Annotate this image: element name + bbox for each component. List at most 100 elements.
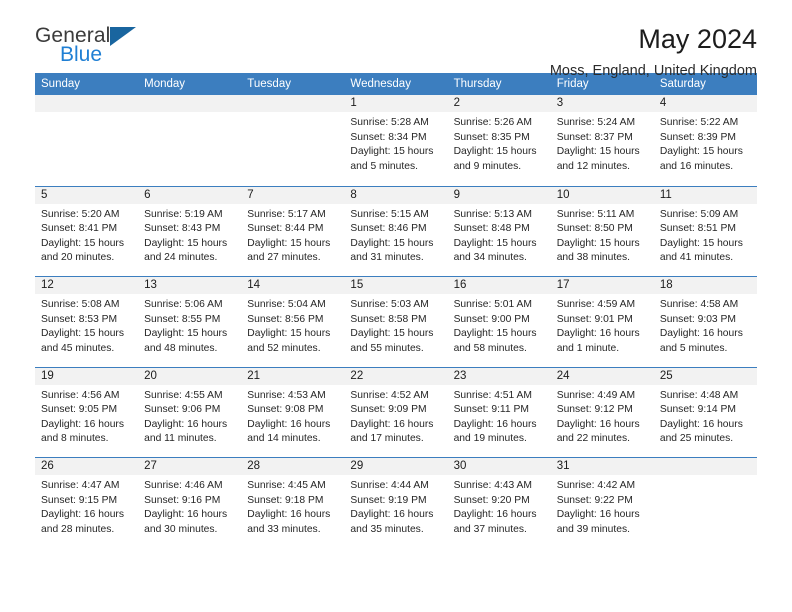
calendar-day-cell[interactable]: 25 Sunrise: 4:48 AM Sunset: 9:14 PM Dayligh…: [653, 367, 757, 458]
daylight-text-line2: and 16 minutes.: [659, 160, 734, 172]
daylight-text-line2: and 33 minutes.: [247, 523, 321, 535]
daylight-text-line1: Daylight: 15 hours: [41, 328, 124, 340]
daylight-text-line2: and 35 minutes.: [350, 523, 424, 535]
daylight-text-line2: and 19 minutes.: [453, 433, 527, 445]
daylight-text-line1: Daylight: 16 hours: [556, 509, 640, 521]
sunset-text: Sunset: 9:14 PM: [659, 404, 736, 416]
calendar-day-cell[interactable]: 30 Sunrise: 4:43 AM Sunset: 9:20 PM Dayligh…: [447, 458, 551, 548]
day-details: Sunrise: 5:20 AM Sunset: 8:41 PM Daylight:…: [35, 204, 138, 266]
sunrise-text: Sunrise: 4:51 AM: [453, 389, 532, 401]
calendar-day-cell[interactable]: 31 Sunrise: 4:42 AM Sunset: 9:22 PM Dayligh…: [550, 458, 654, 548]
day-details: Sunrise: 5:22 AM Sunset: 8:39 PM Daylight:…: [654, 112, 757, 174]
daylight-text-line2: and 8 minutes.: [41, 433, 109, 445]
day-details: Sunrise: 4:45 AM Sunset: 9:18 PM Daylight:…: [241, 475, 344, 537]
generalblue-logo[interactable]: General Blue: [35, 24, 150, 65]
sunset-text: Sunset: 9:12 PM: [556, 404, 633, 416]
daylight-text-line1: Daylight: 15 hours: [247, 237, 331, 249]
calendar-day-cell[interactable]: 27 Sunrise: 4:46 AM Sunset: 9:16 PM Dayligh…: [138, 458, 242, 548]
day-number: 9: [447, 186, 551, 204]
daylight-text-line1: Daylight: 16 hours: [556, 418, 640, 430]
calendar-day-cell[interactable]: 10 Sunrise: 5:11 AM Sunset: 8:50 PM Dayligh…: [550, 186, 654, 277]
title-block: May 2024 Moss, England, United Kingdom: [550, 24, 757, 80]
sunrise-text: Sunrise: 5:03 AM: [350, 299, 429, 310]
calendar-day-cell[interactable]: 3 Sunrise: 5:24 AM Sunset: 8:37 PM Daylight…: [550, 95, 654, 186]
daylight-text-line1: Daylight: 15 hours: [350, 237, 434, 249]
calendar-day-cell[interactable]: 4 Sunrise: 5:22 AM Sunset: 8:39 PM Daylight…: [653, 95, 757, 186]
calendar-day-cell[interactable]: 1 Sunrise: 5:28 AM Sunset: 8:34 PM Daylight…: [344, 95, 448, 186]
calendar-page: General Blue May 2024 Moss, England, Uni…: [0, 0, 792, 612]
sunrise-text: Sunrise: 5:17 AM: [247, 208, 326, 220]
calendar-day-cell[interactable]: 22 Sunrise: 4:52 AM Sunset: 9:09 PM Dayligh…: [344, 367, 448, 458]
logo-triangle-icon: [110, 27, 136, 46]
daylight-text-line2: and 39 minutes.: [556, 523, 630, 535]
sunset-text: Sunset: 9:08 PM: [247, 404, 324, 416]
sunrise-text: Sunrise: 4:49 AM: [556, 389, 636, 401]
day-number: [653, 458, 757, 475]
calendar-day-cell[interactable]: 11 Sunrise: 5:09 AM Sunset: 8:51 PM Dayligh…: [653, 186, 757, 277]
calendar-empty-cell: [35, 95, 139, 186]
calendar-week-row: 5 Sunrise: 5:20 AM Sunset: 8:41 PM Daylight…: [35, 185, 757, 277]
day-details: Sunrise: 4:52 AM Sunset: 9:09 PM Daylight:…: [344, 385, 447, 447]
sunset-text: Sunset: 8:56 PM: [247, 313, 324, 325]
weekday-header-friday: Friday: [556, 78, 589, 90]
calendar-day-cell[interactable]: 18 Sunrise: 4:58 AM Sunset: 9:03 PM Dayligh…: [653, 277, 757, 367]
daylight-text-line1: Daylight: 16 hours: [350, 418, 434, 430]
sunrise-text: Sunrise: 5:28 AM: [350, 117, 429, 128]
daylight-text-line2: and 12 minutes.: [556, 160, 630, 172]
calendar-day-cell[interactable]: 7 Sunrise: 5:17 AM Sunset: 8:44 PM Daylight…: [241, 186, 345, 277]
sunset-text: Sunset: 8:35 PM: [453, 131, 530, 143]
sunset-text: Sunset: 8:43 PM: [144, 223, 221, 235]
calendar-day-cell[interactable]: 6 Sunrise: 5:19 AM Sunset: 8:43 PM Daylight…: [138, 186, 242, 277]
sunrise-text: Sunrise: 5:15 AM: [350, 208, 429, 220]
calendar-day-cell[interactable]: 24 Sunrise: 4:49 AM Sunset: 9:12 PM Dayligh…: [550, 367, 654, 458]
day-details: Sunrise: 4:56 AM Sunset: 9:05 PM Daylight:…: [35, 385, 138, 447]
sunrise-text: Sunrise: 5:26 AM: [453, 117, 532, 128]
sunset-text: Sunset: 8:39 PM: [659, 131, 736, 143]
calendar-day-cell[interactable]: 19 Sunrise: 4:56 AM Sunset: 9:05 PM Dayligh…: [35, 367, 139, 458]
calendar-day-cell[interactable]: 21 Sunrise: 4:53 AM Sunset: 9:08 PM Dayligh…: [241, 367, 345, 458]
day-number: [241, 95, 345, 112]
calendar-day-cell[interactable]: 12 Sunrise: 5:08 AM Sunset: 8:53 PM Dayligh…: [35, 277, 139, 367]
day-details: Sunrise: 5:26 AM Sunset: 8:35 PM Daylight:…: [448, 112, 551, 174]
daylight-text-line1: Daylight: 16 hours: [247, 418, 331, 430]
daylight-text-line2: and 55 minutes.: [350, 342, 424, 354]
sunrise-text: Sunrise: 5:08 AM: [41, 299, 120, 310]
sunrise-text: Sunrise: 5:09 AM: [659, 208, 739, 220]
sunrise-text: Sunrise: 5:11 AM: [556, 208, 635, 220]
weekday-header-sunday: Sunday: [41, 78, 81, 90]
day-details: Sunrise: 4:43 AM Sunset: 9:20 PM Daylight:…: [448, 475, 551, 537]
day-number: 12: [35, 277, 139, 294]
calendar-day-cell[interactable]: 29 Sunrise: 4:44 AM Sunset: 9:19 PM Dayligh…: [344, 458, 448, 548]
daylight-text-line2: and 20 minutes.: [41, 252, 115, 264]
calendar-day-cell[interactable]: 14 Sunrise: 5:04 AM Sunset: 8:56 PM Dayligh…: [241, 277, 345, 367]
daylight-text-line2: and 17 minutes.: [350, 433, 424, 445]
sunrise-text: Sunrise: 5:22 AM: [659, 117, 739, 128]
sunset-text: Sunset: 9:03 PM: [659, 313, 736, 325]
calendar-day-cell[interactable]: 16 Sunrise: 5:01 AM Sunset: 9:00 PM Dayligh…: [447, 277, 551, 367]
calendar-week-row: 12 Sunrise: 5:08 AM Sunset: 8:53 PM Dayligh…: [35, 276, 757, 367]
calendar-day-cell[interactable]: 8 Sunrise: 5:15 AM Sunset: 8:46 PM Daylight…: [344, 186, 448, 277]
day-number: 1: [344, 95, 448, 112]
calendar-day-cell[interactable]: 17 Sunrise: 4:59 AM Sunset: 9:01 PM Dayligh…: [550, 277, 654, 367]
calendar-day-cell[interactable]: 23 Sunrise: 4:51 AM Sunset: 9:11 PM Dayligh…: [447, 367, 551, 458]
daylight-text-line2: and 48 minutes.: [144, 342, 218, 354]
day-number: 31: [550, 458, 654, 475]
day-details: Sunrise: 4:46 AM Sunset: 9:16 PM Daylight:…: [138, 475, 241, 537]
sunrise-text: Sunrise: 4:52 AM: [350, 389, 429, 401]
calendar-day-cell[interactable]: 20 Sunrise: 4:55 AM Sunset: 9:06 PM Dayligh…: [138, 367, 242, 458]
calendar-day-cell[interactable]: 5 Sunrise: 5:20 AM Sunset: 8:41 PM Daylight…: [35, 186, 139, 277]
calendar-day-cell[interactable]: 28 Sunrise: 4:45 AM Sunset: 9:18 PM Dayligh…: [241, 458, 345, 548]
calendar-day-cell[interactable]: 2 Sunrise: 5:26 AM Sunset: 8:35 PM Daylight…: [447, 95, 551, 186]
calendar-day-cell[interactable]: 13 Sunrise: 5:06 AM Sunset: 8:55 PM Dayligh…: [138, 277, 242, 367]
calendar-day-cell[interactable]: 15 Sunrise: 5:03 AM Sunset: 8:58 PM Dayligh…: [344, 277, 448, 367]
day-number: 17: [550, 277, 654, 294]
calendar-day-cell[interactable]: 9 Sunrise: 5:13 AM Sunset: 8:48 PM Daylight…: [447, 186, 551, 277]
sunset-text: Sunset: 9:09 PM: [350, 404, 427, 416]
sunrise-text: Sunrise: 5:06 AM: [144, 299, 223, 310]
daylight-text-line2: and 37 minutes.: [453, 523, 527, 535]
daylight-text-line1: Daylight: 15 hours: [41, 237, 124, 249]
day-number: 27: [138, 458, 242, 475]
calendar-day-cell[interactable]: 26 Sunrise: 4:47 AM Sunset: 9:15 PM Dayligh…: [35, 458, 139, 548]
day-details: Sunrise: 5:17 AM Sunset: 8:44 PM Daylight:…: [241, 204, 344, 266]
daylight-text-line1: Daylight: 15 hours: [453, 237, 537, 249]
